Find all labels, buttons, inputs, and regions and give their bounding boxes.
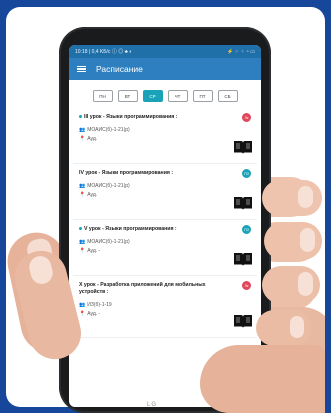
- day-button-thu[interactable]: ЧТ: [167, 90, 188, 102]
- lesson-meta: 👥 МОАИС(б)-1-21(р) 📍 Ауд.: [79, 182, 251, 199]
- group-name: ИЗ(б)-1-19: [87, 302, 112, 309]
- lesson-meta: 👥 МОАИС(б)-1-21(р) 📍 Ауд. -: [79, 238, 251, 255]
- app-bar: Расписание: [69, 58, 261, 80]
- room: Ауд. -: [87, 247, 101, 254]
- lesson-title-text: IV урок - Языки программирования :: [79, 170, 174, 176]
- group-name: МОАИС(б)-1-21(р): [87, 239, 130, 246]
- status-bar: 10:18 | 0,4 KБ/с ⓘ ◎ ♣ ◐ ⚡ ⁘ ⁘ ◔ ▭: [69, 45, 261, 58]
- day-button-wed[interactable]: СР: [142, 90, 163, 102]
- lesson-type-badge: Лк: [242, 113, 251, 122]
- indicator-dot: [79, 115, 82, 118]
- lesson-type-badge: Лк: [242, 281, 251, 290]
- fingernail: [298, 272, 313, 296]
- book-icon[interactable]: [233, 195, 253, 211]
- location-pin-icon: 📍: [79, 135, 86, 142]
- book-icon[interactable]: [233, 139, 253, 155]
- room: Ауд.: [87, 135, 98, 142]
- location-pin-icon: 📍: [79, 191, 86, 198]
- fingernail: [290, 316, 304, 338]
- book-icon[interactable]: [233, 251, 253, 267]
- fingernail: [298, 186, 313, 208]
- lesson-title-text: V урок - Языки программирования :: [84, 226, 177, 232]
- day-button-mon[interactable]: ПН: [92, 90, 113, 102]
- lesson-title: IV урок - Языки программирования :: [79, 170, 251, 177]
- group-icon: 👥: [79, 239, 86, 246]
- status-left: 10:18 | 0,4 KБ/с ⓘ ◎ ♣ ◐: [75, 49, 133, 55]
- indicator-dot: [79, 227, 82, 230]
- group-name: МОАИС(б)-1-21(р): [87, 183, 130, 190]
- lesson-type-badge: ПЗ: [242, 225, 251, 234]
- phone-brand-logo: LG: [147, 402, 158, 408]
- room: Ауд.: [87, 191, 98, 198]
- book-icon[interactable]: [233, 313, 253, 329]
- menu-icon[interactable]: [77, 65, 86, 73]
- lesson-meta: 👥 ИЗ(б)-1-19 📍 Ауд. -: [79, 301, 251, 318]
- day-selector: ПН ВТ СР ЧТ ПТ СБ: [69, 80, 261, 108]
- lesson-title: X урок - Разработка приложений для мобил…: [79, 282, 251, 296]
- group-name: МОАИС(б)-1-21(р): [87, 127, 130, 134]
- lesson-card[interactable]: III урок - Языки программирования : Лк 👥…: [73, 108, 257, 164]
- lesson-title: V урок - Языки программирования :: [79, 226, 251, 233]
- room: Ауд. -: [87, 310, 101, 317]
- wrist: [200, 345, 325, 413]
- lesson-card[interactable]: V урок - Языки программирования : ПЗ 👥 МО…: [73, 220, 257, 276]
- lesson-title: III урок - Языки программирования :: [79, 114, 251, 121]
- group-icon: 👥: [79, 302, 86, 309]
- lesson-type-badge: ПЗ: [242, 169, 251, 178]
- status-right: ⚡ ⁘ ⁘ ◔ ▭: [227, 48, 255, 55]
- group-icon: 👥: [79, 127, 86, 134]
- lesson-card[interactable]: IV урок - Языки программирования : ПЗ 👥 М…: [73, 164, 257, 220]
- lesson-card[interactable]: X урок - Разработка приложений для мобил…: [73, 276, 257, 338]
- day-button-fri[interactable]: ПТ: [192, 90, 213, 102]
- finger-over-phone: [262, 180, 322, 216]
- location-pin-icon: 📍: [79, 310, 86, 317]
- app-title: Расписание: [96, 64, 143, 74]
- group-icon: 👥: [79, 183, 86, 190]
- lesson-title-text: III урок - Языки программирования :: [84, 114, 178, 120]
- lesson-meta: 👥 МОАИС(б)-1-21(р) 📍 Ауд.: [79, 126, 251, 143]
- day-button-sat[interactable]: СБ: [217, 90, 238, 102]
- location-pin-icon: 📍: [79, 247, 86, 254]
- fingernail: [300, 228, 315, 252]
- day-button-tue[interactable]: ВТ: [117, 90, 138, 102]
- lesson-title-text: X урок - Разработка приложений для мобил…: [79, 282, 206, 296]
